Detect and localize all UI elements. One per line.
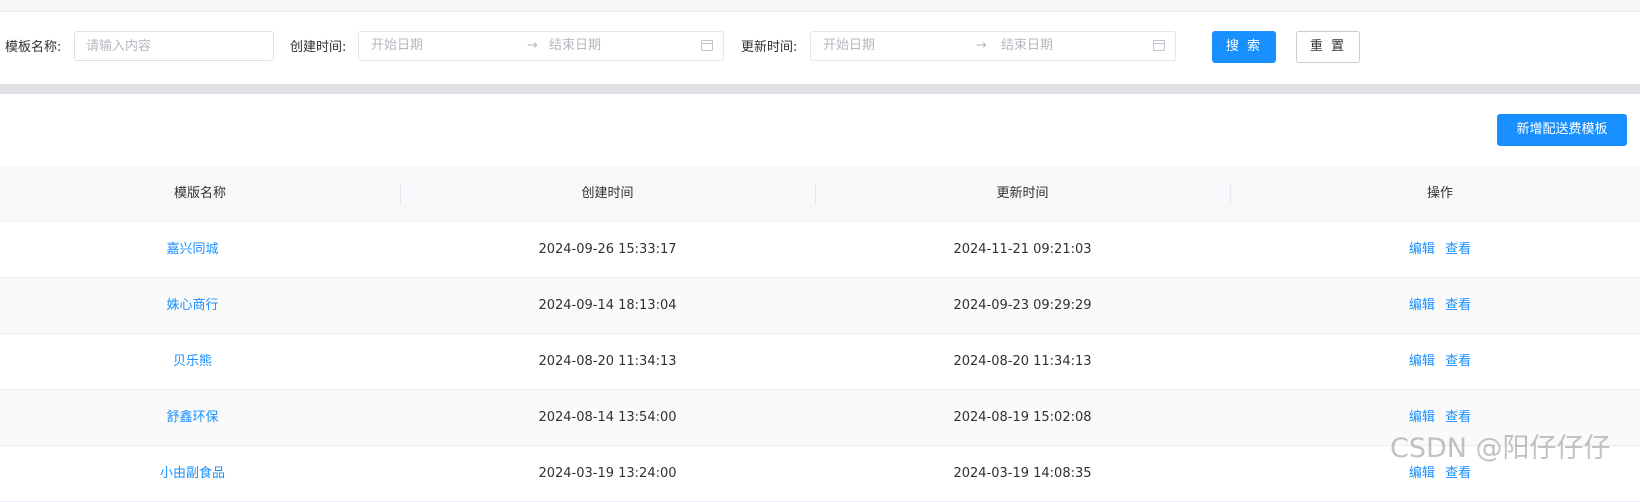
- view-link[interactable]: 查看: [1445, 298, 1471, 313]
- actions-cell: 编辑 查看: [1230, 334, 1640, 389]
- created-time-cell: 2024-08-20 11:34:13: [538, 354, 677, 369]
- update-time-range-picker[interactable]: 开始日期 → 结束日期: [810, 31, 1176, 61]
- range-arrow-icon: →: [976, 38, 987, 53]
- updated-time-cell: 2024-08-20 11:34:13: [953, 354, 1092, 369]
- reset-button[interactable]: 重 置: [1296, 31, 1360, 63]
- update-start-date-input[interactable]: 开始日期: [823, 38, 875, 54]
- updated-time-cell: 2024-09-23 09:29:29: [953, 298, 1092, 313]
- table-row: 姝心商行 2024-09-14 18:13:04 2024-09-23 09:2…: [0, 278, 1640, 334]
- top-strip: [0, 0, 1640, 12]
- calendar-icon: [701, 40, 713, 51]
- edit-link[interactable]: 编辑: [1409, 354, 1435, 369]
- search-button[interactable]: 搜 索: [1212, 31, 1276, 63]
- table-row: 嘉兴同城 2024-09-26 15:33:17 2024-11-21 09:2…: [0, 222, 1640, 278]
- edit-link[interactable]: 编辑: [1409, 298, 1435, 313]
- edit-link[interactable]: 编辑: [1409, 466, 1435, 481]
- view-link[interactable]: 查看: [1445, 354, 1471, 369]
- table-row: 贝乐熊 2024-08-20 11:34:13 2024-08-20 11:34…: [0, 334, 1640, 390]
- create-start-date-input[interactable]: 开始日期: [371, 38, 423, 54]
- update-end-date-input[interactable]: 结束日期: [1001, 38, 1053, 54]
- table-header: 模版名称 创建时间 更新时间 操作: [0, 166, 1640, 222]
- created-time-cell: 2024-08-14 13:54:00: [538, 410, 677, 425]
- template-name-link[interactable]: 姝心商行: [0, 278, 385, 333]
- edit-link[interactable]: 编辑: [1409, 410, 1435, 425]
- actions-cell: 编辑 查看: [1230, 222, 1640, 277]
- template-name-link[interactable]: 嘉兴同城: [0, 222, 385, 277]
- updated-time-cell: 2024-03-19 14:08:35: [953, 466, 1092, 481]
- view-link[interactable]: 查看: [1445, 242, 1471, 257]
- update-time-label: 更新时间:: [741, 40, 798, 55]
- updated-time-cell: 2024-08-19 15:02:08: [953, 410, 1092, 425]
- edit-link[interactable]: 编辑: [1409, 242, 1435, 257]
- add-delivery-fee-template-button[interactable]: 新增配送费模板: [1497, 114, 1627, 146]
- template-name-link[interactable]: 小由副食品: [0, 446, 385, 501]
- actions-cell: 编辑 查看: [1230, 278, 1640, 333]
- filter-bar: 模板名称: 创建时间: 开始日期 → 结束日期 更新时间: 开始日期 → 结束日…: [0, 12, 1640, 84]
- range-arrow-icon: →: [527, 38, 538, 53]
- csdn-watermark: CSDN @阳仔仔仔: [1390, 433, 1611, 464]
- created-time-cell: 2024-09-14 18:13:04: [538, 298, 677, 313]
- template-name-field[interactable]: [74, 31, 277, 61]
- template-name-link[interactable]: 舒鑫环保: [0, 390, 385, 445]
- template-name-input[interactable]: [75, 32, 277, 60]
- create-time-range-picker[interactable]: 开始日期 → 结束日期: [358, 31, 724, 61]
- column-header-updated: 更新时间: [996, 186, 1049, 201]
- updated-time-cell: 2024-11-21 09:21:03: [953, 242, 1092, 257]
- calendar-icon: [1153, 40, 1165, 51]
- template-name-link[interactable]: 贝乐熊: [0, 334, 385, 389]
- column-header-actions: 操作: [1426, 186, 1453, 201]
- template-name-label: 模板名称:: [5, 40, 62, 55]
- view-link[interactable]: 查看: [1445, 410, 1471, 425]
- column-header-created: 创建时间: [581, 186, 634, 201]
- created-time-cell: 2024-03-19 13:24:00: [538, 466, 677, 481]
- section-divider: [0, 84, 1640, 94]
- create-time-label: 创建时间:: [290, 40, 347, 55]
- column-header-name: 模版名称: [173, 186, 226, 201]
- created-time-cell: 2024-09-26 15:33:17: [538, 242, 677, 257]
- create-end-date-input[interactable]: 结束日期: [549, 38, 601, 54]
- view-link[interactable]: 查看: [1445, 466, 1471, 481]
